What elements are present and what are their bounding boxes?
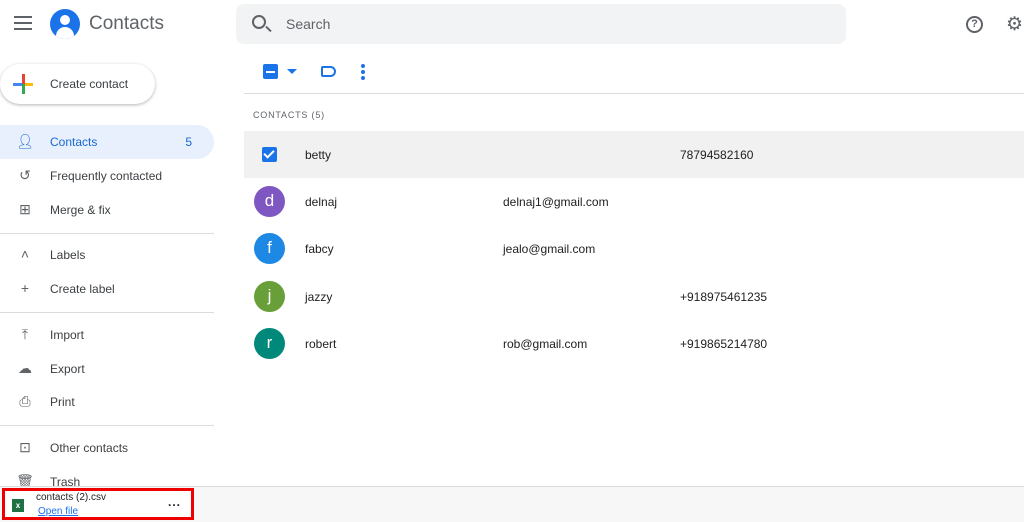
open-file-link[interactable]: Open file xyxy=(38,506,78,517)
contact-name: betty xyxy=(305,148,332,162)
more-vert-icon[interactable] xyxy=(361,64,365,82)
avatar[interactable]: f xyxy=(254,233,285,264)
contact-email: delnaj1@gmail.com xyxy=(503,195,609,209)
contact-email: rob@gmail.com xyxy=(503,337,588,351)
sidebar-item-label: Contacts xyxy=(50,135,98,149)
sidebar-item-labels[interactable]: ˄ Labels xyxy=(0,238,214,272)
upload-icon: ⤒ xyxy=(21,326,29,342)
contact-phone: 78794582160 xyxy=(680,148,754,162)
main-menu-button[interactable] xyxy=(14,16,32,30)
sidebar-item-label: Import xyxy=(50,328,85,342)
contacts-header: CONTACTS (5) xyxy=(253,110,325,120)
contacts-count: 5 xyxy=(185,135,192,149)
sidebar-item-frequently-contacted[interactable]: ↺ Frequently contacted xyxy=(0,159,214,193)
sidebar-item-merge-fix[interactable]: ⊞ Merge & fix xyxy=(0,193,214,227)
contact-row[interactable]: f fabcy jealo@gmail.com xyxy=(244,225,1024,272)
contact-name: delnaj xyxy=(305,195,338,209)
create-contact-label: Create contact xyxy=(50,77,129,91)
sidebar-item-label: Frequently contacted xyxy=(50,169,163,183)
divider xyxy=(0,312,214,313)
chevron-up-icon: ˄ xyxy=(20,246,30,262)
search-input[interactable] xyxy=(286,4,826,44)
search-bar[interactable] xyxy=(236,4,846,44)
create-contact-button[interactable]: Create contact xyxy=(0,64,155,104)
contact-row[interactable]: r robert rob@gmail.com +919865214780 xyxy=(244,320,1024,367)
sidebar-item-label: Export xyxy=(50,362,85,376)
history-icon: ↺ xyxy=(19,167,31,183)
chevron-down-icon[interactable] xyxy=(287,69,297,74)
cloud-download-icon: ☁ xyxy=(18,360,32,376)
avatar[interactable]: d xyxy=(254,186,285,217)
contact-name: robert xyxy=(305,337,337,351)
contact-row[interactable]: j jazzy +918975461235 xyxy=(244,273,1024,320)
download-item[interactable]: x contacts (2).csv Open file ... xyxy=(2,488,194,520)
contact-name: jazzy xyxy=(305,290,333,304)
divider xyxy=(244,93,1024,94)
sidebar-item-contacts[interactable]: 👤︎ Contacts 5 xyxy=(0,125,214,159)
person-icon: 👤︎ xyxy=(16,133,34,149)
download-filename: contacts (2).csv xyxy=(36,492,107,503)
select-all-checkbox[interactable] xyxy=(263,64,278,79)
sidebar-item-label: Merge & fix xyxy=(50,203,111,217)
more-options-button[interactable]: ... xyxy=(168,495,181,509)
divider xyxy=(0,233,214,234)
contacts-logo-icon xyxy=(50,9,80,39)
app-title: Contacts xyxy=(89,13,164,34)
sidebar-item-print[interactable]: ⎙ Print xyxy=(0,385,214,419)
archive-icon: ⊡ xyxy=(19,439,31,455)
contact-email: jealo@gmail.com xyxy=(503,242,596,256)
plus-icon xyxy=(13,74,33,94)
avatar[interactable]: r xyxy=(254,328,285,359)
gear-icon[interactable]: ⚙ xyxy=(1006,13,1023,36)
printer-icon: ⎙ xyxy=(19,393,31,409)
sidebar-item-create-label[interactable]: + Create label xyxy=(0,272,214,306)
merge-icon: ⊞ xyxy=(19,201,31,217)
contact-phone: +918975461235 xyxy=(680,290,768,304)
contact-phone: +919865214780 xyxy=(680,337,768,351)
search-icon[interactable] xyxy=(252,15,266,29)
sidebar-item-label: Print xyxy=(50,395,75,409)
sidebar-item-export[interactable]: ☁ Export xyxy=(0,352,214,386)
help-icon[interactable]: ? xyxy=(966,16,983,33)
checkbox-checked-icon[interactable] xyxy=(262,147,277,162)
avatar[interactable]: j xyxy=(254,281,285,312)
sidebar-item-label: Other contacts xyxy=(50,441,129,455)
divider xyxy=(0,425,214,426)
sidebar-item-label: Create label xyxy=(50,282,115,296)
sidebar-item-label: Labels xyxy=(50,248,86,262)
contact-row[interactable]: betty 78794582160 xyxy=(244,131,1024,178)
sidebar-item-import[interactable]: ⤒ Import xyxy=(0,318,214,352)
contact-row[interactable]: d delnaj delnaj1@gmail.com xyxy=(244,178,1024,225)
plus-icon: + xyxy=(20,280,30,296)
excel-file-icon: x xyxy=(12,499,24,512)
label-icon[interactable] xyxy=(321,66,336,77)
sidebar-item-other-contacts[interactable]: ⊡ Other contacts xyxy=(0,431,214,465)
contact-name: fabcy xyxy=(305,242,334,256)
